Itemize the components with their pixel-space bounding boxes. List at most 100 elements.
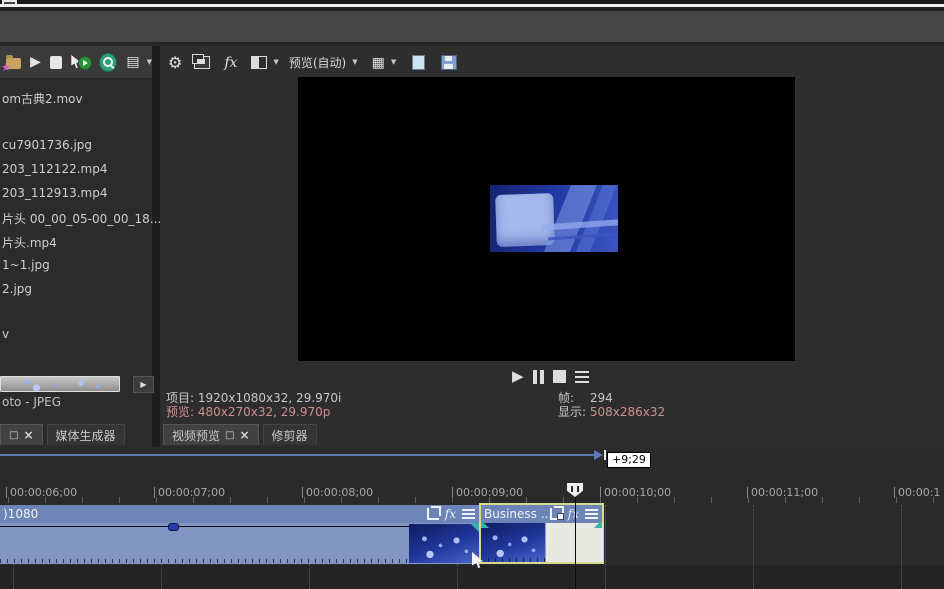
external-monitor-icon[interactable] <box>194 56 210 69</box>
pan-crop-keyframe-icon[interactable] <box>550 508 562 520</box>
preview-frame <box>490 185 618 252</box>
arrowhead-icon <box>594 450 603 460</box>
project-properties-gear-icon[interactable]: ⚙ <box>168 55 182 71</box>
film-ticks <box>0 559 410 563</box>
preview-quality-label[interactable]: 预览(自动) <box>289 54 346 71</box>
event-buttons: fx <box>550 507 598 521</box>
video-event-2-selected[interactable]: Business ... fx <box>479 503 604 564</box>
file-item[interactable]: 片头.mp4 <box>2 234 57 251</box>
transport-menu-icon[interactable] <box>575 371 589 383</box>
main-toolbar <box>0 11 944 46</box>
playhead-line <box>575 497 576 589</box>
event-thumbnail <box>409 524 479 563</box>
split-screen-icon[interactable] <box>251 56 267 69</box>
event-menu-icon[interactable] <box>585 509 598 520</box>
tab-label: 媒体生成器 <box>56 427 116 444</box>
stop-button[interactable] <box>553 370 566 383</box>
event-header[interactable]: )1080 fx <box>0 505 479 523</box>
gridline <box>605 505 606 589</box>
event-body[interactable] <box>0 523 479 564</box>
file-item[interactable]: 片头 00_00_05-00_00_18... <box>2 210 161 227</box>
event-menu-icon[interactable] <box>462 509 475 520</box>
fade-out-handle-icon[interactable] <box>594 520 602 528</box>
file-item[interactable]: 1~1.jpg <box>2 258 50 272</box>
play-button[interactable]: ▶ <box>512 369 524 384</box>
stop-media-icon[interactable] <box>50 56 62 69</box>
file-item[interactable]: 203_112122.mp4 <box>2 162 107 176</box>
play-ring-icon <box>78 56 92 70</box>
file-item[interactable]: 2.jpg <box>2 282 32 296</box>
fade-in-handle-icon[interactable] <box>481 520 489 528</box>
tab-media-generator[interactable]: 媒体生成器 <box>47 424 125 445</box>
video-preview-panel: ▶ 项目: 1920x1080x32, 29.970i 预览: 480x270x… <box>160 80 944 447</box>
event-fx-icon[interactable]: fx <box>445 508 456 520</box>
import-star-icon: ★ <box>1 61 11 74</box>
event-thumbnail <box>481 523 545 562</box>
copy-snapshot-icon[interactable] <box>412 55 425 70</box>
file-item[interactable]: 203_112913.mp4 <box>2 186 107 200</box>
play-media-icon[interactable]: ▶ <box>30 55 41 69</box>
tab-label: 视频预览 <box>172 427 220 444</box>
preview-info-left: 项目: 1920x1080x32, 29.970i 预览: 480x270x32… <box>166 391 341 419</box>
media-horizontal-scrollbar[interactable]: ▶ <box>0 376 152 392</box>
file-item[interactable]: cu7901736.jpg <box>2 138 92 152</box>
video-fx-icon[interactable]: fx <box>224 56 237 70</box>
media-tabbar: □ × 媒体生成器 <box>0 424 125 445</box>
frame-art <box>495 193 555 247</box>
preview-label: 预览: <box>166 405 194 419</box>
preview-info-right: 帧: 294 显示: 508x286x32 <box>558 391 665 419</box>
close-icon[interactable]: × <box>239 428 249 442</box>
pause-button[interactable] <box>533 370 544 384</box>
file-item[interactable]: om古典2.mov <box>2 90 83 107</box>
preview-tabbar: 视频预览 □ × 修剪器 <box>163 424 317 445</box>
float-window-icon[interactable]: □ <box>225 430 234 441</box>
pan-crop-icon[interactable] <box>427 508 439 520</box>
video-canvas[interactable] <box>298 77 795 361</box>
media-info-status: oto - JPEG <box>2 395 61 409</box>
frame-label: 帧: <box>558 391 574 405</box>
drag-end-tick <box>604 450 606 460</box>
safe-area-grid-icon[interactable]: ▦ <box>372 56 385 70</box>
import-media-icon[interactable]: ★ <box>6 58 21 69</box>
save-snapshot-icon[interactable] <box>441 55 457 70</box>
event-label: Business ... <box>484 507 552 521</box>
project-value: 1920x1080x32, 29.970i <box>198 391 342 405</box>
tab-project-media-partial[interactable]: □ × <box>0 424 43 445</box>
scrollbar-thumb[interactable] <box>0 376 120 392</box>
video-event-1[interactable]: )1080 fx <box>0 505 479 564</box>
transport-controls: ▶ <box>512 369 589 384</box>
preview-quality-dropdown-icon[interactable]: ▼ <box>352 59 357 66</box>
file-item[interactable]: v <box>2 327 9 341</box>
preview-value: 480x270x32, 29.970p <box>198 405 331 419</box>
film-ticks <box>481 558 545 562</box>
event-header[interactable]: Business ... fx <box>481 505 602 523</box>
tab-label: 修剪器 <box>272 427 308 444</box>
display-value: 508x286x32 <box>590 405 665 419</box>
event-empty-tail[interactable] <box>545 523 603 562</box>
ruler-ticks <box>8 497 944 503</box>
opacity-envelope-line[interactable] <box>0 526 479 527</box>
tab-trimmer[interactable]: 修剪器 <box>263 424 317 445</box>
timeline[interactable]: +9;29 00:00:06;00 00:00:07;00 00:00:08;0… <box>0 447 944 589</box>
gridline <box>753 505 754 589</box>
auto-preview-icon[interactable] <box>71 54 90 70</box>
capture-image-icon[interactable] <box>99 53 117 72</box>
fade-out-handle-icon[interactable] <box>470 523 479 532</box>
drag-offset-tooltip: +9;29 <box>607 452 651 468</box>
drag-offset-arrow <box>0 454 594 456</box>
safe-area-dropdown-icon[interactable]: ▼ <box>391 59 396 66</box>
scrollbar-right-icon[interactable]: ▶ <box>133 376 154 393</box>
float-window-icon[interactable]: □ <box>9 430 18 441</box>
frame-value: 294 <box>590 391 613 405</box>
split-screen-dropdown-icon[interactable]: ▼ <box>273 59 278 66</box>
event-fx-icon[interactable]: fx <box>568 508 579 520</box>
envelope-point[interactable] <box>168 523 179 531</box>
close-icon[interactable]: × <box>23 428 33 442</box>
track-background[interactable] <box>0 565 944 589</box>
gridline <box>901 505 902 589</box>
views-grid-icon[interactable]: ▤ <box>126 55 139 69</box>
tab-video-preview[interactable]: 视频预览 □ × <box>163 424 259 445</box>
media-bin-toolbar: ★ ▶ ▤ ▼ <box>0 46 152 79</box>
project-label: 项目: <box>166 391 194 405</box>
preview-toolbar: ⚙ fx ▼ 预览(自动) ▼ ▦ ▼ <box>160 46 944 79</box>
